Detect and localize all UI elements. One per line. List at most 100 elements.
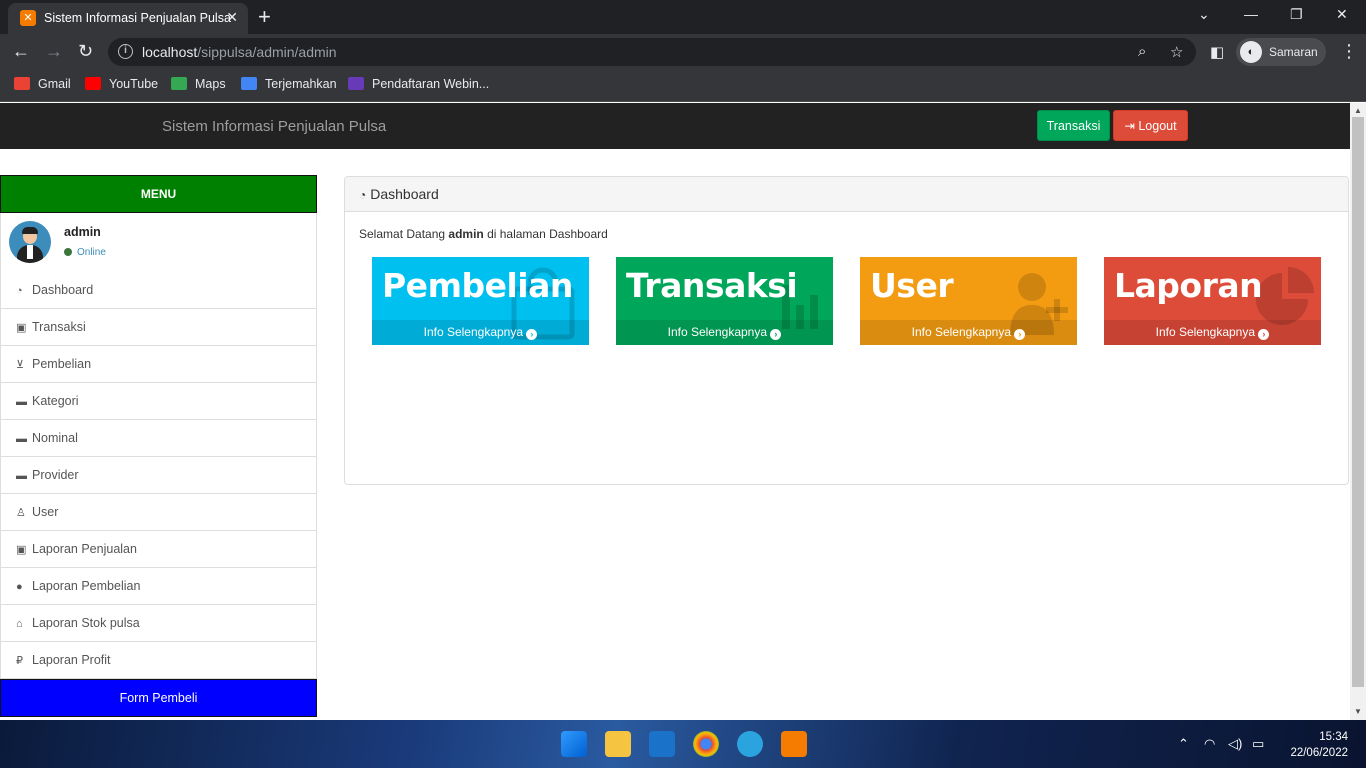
volume-icon[interactable]: ◁) xyxy=(1228,736,1242,752)
sidebar-item-provider[interactable]: ▬ Provider xyxy=(0,457,317,494)
info-link[interactable]: Info Selengkapnya › xyxy=(1104,320,1321,345)
box-title: User xyxy=(870,266,954,305)
bookmark-gmail[interactable]: Gmail xyxy=(14,77,71,91)
side-panel-icon[interactable]: ◧ xyxy=(1210,43,1224,61)
sidebar-item-nominal[interactable]: ▬ Nominal xyxy=(0,420,317,457)
url-path: /sippulsa/admin/admin xyxy=(197,44,337,60)
welcome-suffix: di halaman Dashboard xyxy=(483,227,608,241)
sidebar-item-laporan-pembelian[interactable]: ● Laporan Pembelian xyxy=(0,568,317,605)
file-explorer-icon[interactable] xyxy=(605,731,631,757)
site-info-icon[interactable]: i xyxy=(118,44,133,59)
ruble-icon: ₽ xyxy=(16,655,23,667)
sidebar-item-label: Kategori xyxy=(32,394,79,408)
clock-date: 22/06/2022 xyxy=(1290,747,1348,759)
sidebar-item-label: Nominal xyxy=(32,431,78,445)
clock-time: 15:34 xyxy=(1319,731,1348,743)
pembelian-box: Pembelian Info Selengkapnya › xyxy=(372,257,589,345)
sidebar-item-label: Transaksi xyxy=(32,320,86,334)
logout-icon: ⇥ xyxy=(1124,119,1139,133)
arrow-circle-right-icon: › xyxy=(770,329,782,340)
tab-search-icon[interactable]: ⌄ xyxy=(1198,6,1210,23)
sidebar-item-label: Laporan Stok pulsa xyxy=(32,616,140,630)
scroll-down-icon[interactable]: ▼ xyxy=(1354,707,1362,716)
dashboard-panel: ◔ Dashboard Selamat Datang admin di halam… xyxy=(344,176,1349,485)
telegram-icon[interactable] xyxy=(737,731,763,757)
bookmark-label: Maps xyxy=(195,77,226,91)
box-title: Pembelian xyxy=(382,266,573,305)
battery-icon[interactable]: ▭ xyxy=(1252,736,1264,752)
sidebar-item-laporan-stok[interactable]: ⌂ Laporan Stok pulsa xyxy=(0,605,317,642)
folder-icon: ▬ xyxy=(16,433,27,445)
browser-toolbar: ← → ↻ i localhost/sippulsa/admin/admin ⌕… xyxy=(0,34,1366,70)
money-icon: ▣ xyxy=(16,544,27,556)
windows-start-icon[interactable] xyxy=(561,731,587,757)
sidebar-item-label: Pembelian xyxy=(32,357,92,371)
url-host: localhost xyxy=(142,44,198,60)
info-link[interactable]: Info Selengkapnya › xyxy=(372,320,589,345)
forward-icon[interactable]: → xyxy=(45,41,63,62)
back-icon[interactable]: ← xyxy=(12,41,30,62)
sidebar-item-user[interactable]: ♙ User xyxy=(0,494,317,531)
restore-icon[interactable]: ❐ xyxy=(1290,6,1303,23)
reload-icon[interactable]: ↻ xyxy=(78,41,93,62)
scroll-up-icon[interactable]: ▲ xyxy=(1354,106,1362,115)
info-link-label: Info Selengkapnya xyxy=(1155,325,1256,339)
page-scrollbar[interactable]: ▲ ▼ xyxy=(1350,103,1366,720)
bookmark-label: Gmail xyxy=(38,77,71,91)
transaksi-button[interactable]: Transaksi xyxy=(1037,110,1110,141)
circle-icon: ● xyxy=(16,581,23,593)
info-link-label: Info Selengkapnya xyxy=(911,325,1012,339)
gmail-icon xyxy=(14,77,30,90)
sidebar-item-pembelian[interactable]: ⊻ Pembelian xyxy=(0,346,317,383)
info-link-label: Info Selengkapnya xyxy=(423,325,524,339)
bank-icon: ⌂ xyxy=(16,618,23,630)
sidebar-item-laporan-profit[interactable]: ₽ Laporan Profit xyxy=(0,642,317,679)
sidebar-item-transaksi[interactable]: ▣ Transaksi xyxy=(0,309,317,346)
sidebar-item-label: Laporan Penjualan xyxy=(32,542,137,556)
sidebar-item-dashboard[interactable]: ◔ Dashboard xyxy=(0,272,317,309)
navbar-brand[interactable]: Sistem Informasi Penjualan Pulsa xyxy=(162,118,386,135)
user-panel: admin Online xyxy=(0,213,317,272)
zoom-icon[interactable]: ⌕ xyxy=(1138,43,1146,60)
browser-tab[interactable]: ✕ Sistem Informasi Penjualan Pulsa ✕ xyxy=(8,3,248,34)
close-tab-icon[interactable]: ✕ xyxy=(226,9,238,26)
box-title: Laporan xyxy=(1114,266,1263,305)
info-link[interactable]: Info Selengkapnya › xyxy=(616,320,833,345)
taskbar-clock[interactable]: 15:34 22/06/2022 xyxy=(1280,729,1348,761)
xampp-icon[interactable] xyxy=(781,731,807,757)
chrome-menu-icon[interactable]: ⋮ xyxy=(1340,41,1358,62)
page-viewport: Sistem Informasi Penjualan Pulsa Transak… xyxy=(0,103,1350,720)
sidebar-item-label: User xyxy=(32,505,59,519)
scrollbar-thumb[interactable] xyxy=(1352,117,1364,687)
bookmark-star-icon[interactable]: ☆ xyxy=(1170,43,1183,61)
minimize-icon[interactable]: — xyxy=(1244,6,1258,22)
vscode-icon[interactable] xyxy=(649,731,675,757)
laporan-box: Laporan Info Selengkapnya › xyxy=(1104,257,1321,345)
wifi-icon[interactable]: ◠ xyxy=(1204,736,1215,752)
new-tab-icon[interactable]: + xyxy=(258,4,271,30)
close-window-icon[interactable]: ✕ xyxy=(1336,6,1348,23)
transaksi-box: Transaksi Info Selengkapnya › xyxy=(616,257,833,345)
bookmark-pendaftaran[interactable]: Pendaftaran Webin... xyxy=(348,77,489,91)
welcome-prefix: Selamat Datang xyxy=(359,227,449,241)
bookmark-maps[interactable]: Maps xyxy=(171,77,226,91)
chrome-icon[interactable] xyxy=(693,731,719,757)
info-link[interactable]: Info Selengkapnya › xyxy=(860,320,1077,345)
sidebar-item-kategori[interactable]: ▬ Kategori xyxy=(0,383,317,420)
sidebar-item-laporan-penjualan[interactable]: ▣ Laporan Penjualan xyxy=(0,531,317,568)
money-icon: ▣ xyxy=(16,322,27,334)
arrow-circle-right-icon: › xyxy=(1258,329,1270,340)
forms-icon xyxy=(348,77,364,90)
maps-icon xyxy=(171,77,187,90)
dashboard-icon: ◔ xyxy=(16,285,23,297)
youtube-icon xyxy=(85,77,101,90)
form-pembeli-button[interactable]: Form Pembeli xyxy=(0,679,317,717)
profile-button[interactable]: ◐ Samaran xyxy=(1236,38,1326,66)
dashboard-icon: ◔ xyxy=(359,188,367,202)
bookmark-terjemahkan[interactable]: Terjemahkan xyxy=(241,77,337,91)
bookmark-youtube[interactable]: YouTube xyxy=(85,77,158,91)
tray-chevron-icon[interactable]: ⌃ xyxy=(1178,736,1189,752)
address-bar[interactable]: i localhost/sippulsa/admin/admin ⌕ ☆ xyxy=(108,38,1196,66)
logout-button[interactable]: ⇥ Logout xyxy=(1113,110,1188,141)
sidebar: MENU admin Online ◔ Dashboard ▣ Transaksi … xyxy=(0,175,317,717)
